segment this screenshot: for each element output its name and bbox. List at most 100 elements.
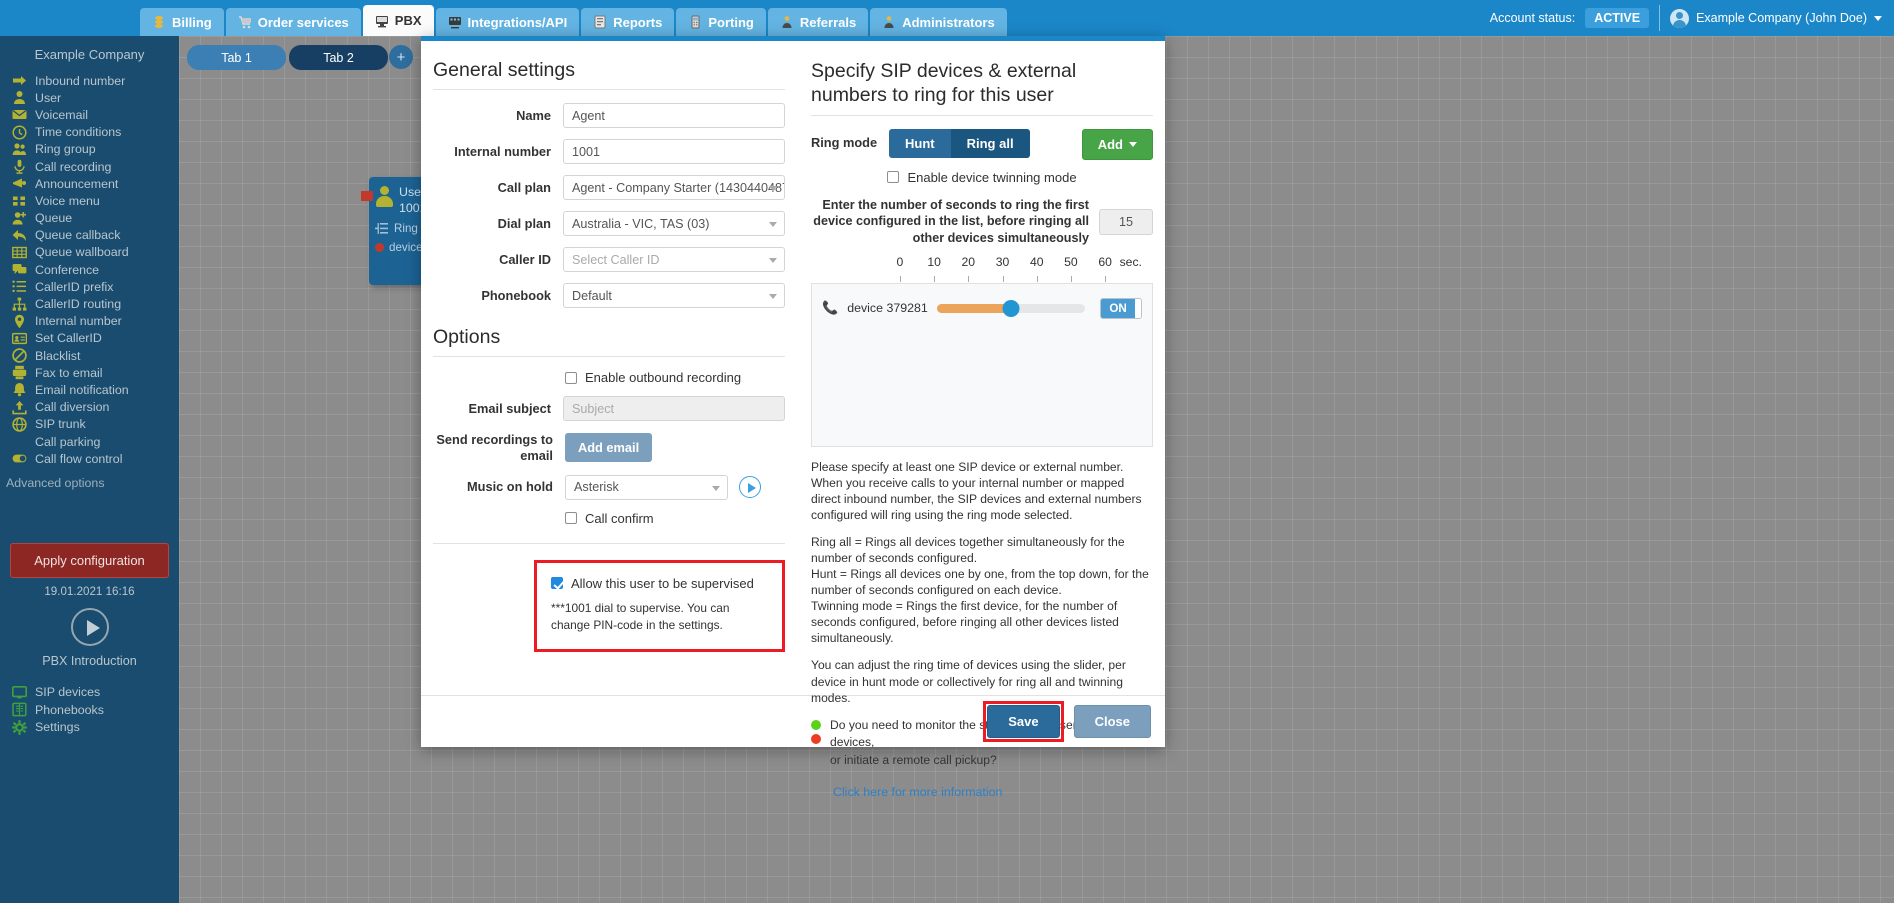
- ring-mode-row: Ring mode Hunt Ring all Add: [811, 128, 1153, 160]
- device-ring-time-slider[interactable]: [936, 299, 1086, 317]
- user-settings-dialog: General settings Name Internal number Ca…: [421, 36, 1165, 799]
- ring-seconds-description: Enter the number of seconds to ring the …: [813, 197, 1089, 245]
- sidebar-item-queue[interactable]: Queue: [0, 210, 179, 227]
- more-information-link[interactable]: Click here for more information: [833, 785, 1153, 799]
- nav-tab-order-services[interactable]: Order services: [225, 8, 361, 36]
- supervise-row[interactable]: Allow this user to be supervised: [551, 576, 770, 591]
- nav-tab-billing[interactable]: Billing: [140, 8, 224, 36]
- node-device-label: device: [389, 241, 423, 254]
- add-device-button[interactable]: Add: [1081, 128, 1153, 160]
- nav-tab-referrals[interactable]: Referrals: [767, 8, 869, 36]
- sidebar-item-phonebooks[interactable]: Phonebooks: [0, 701, 179, 719]
- field-row-caller-id: Caller ID Select Caller ID: [433, 247, 785, 272]
- sidebar-item-sip-devices[interactable]: SIP devices: [0, 683, 179, 701]
- ring-mode-hunt-button[interactable]: Hunt: [889, 128, 951, 158]
- call-confirm-checkbox[interactable]: [565, 512, 577, 525]
- sidebar-advanced-options[interactable]: Advanced options: [0, 467, 179, 490]
- nav-tab-integrations-api[interactable]: Integrations/API: [435, 8, 580, 36]
- supervision-highlight-box: Allow this user to be supervised ***1001…: [534, 559, 785, 653]
- flow-tab-1[interactable]: Tab 1: [187, 45, 286, 70]
- save-button[interactable]: Save: [987, 705, 1060, 738]
- add-tab-button[interactable]: +: [389, 45, 413, 69]
- email-subject-input[interactable]: [563, 396, 785, 421]
- device-toggle-off-side: [1134, 298, 1141, 318]
- supervise-checkbox[interactable]: [551, 577, 563, 590]
- sidebar-item-sip-trunk[interactable]: SIP trunk: [0, 416, 179, 433]
- device-on-off-toggle[interactable]: ON: [1100, 297, 1142, 319]
- nav-tab-label: Porting: [708, 14, 754, 30]
- referrals-icon: [780, 15, 794, 29]
- slider-handle[interactable]: [1002, 299, 1020, 317]
- nav-tab-pbx[interactable]: PBX: [362, 5, 434, 36]
- sidebar-item-voicemail[interactable]: Voicemail: [0, 106, 179, 123]
- scale-tick-label: 10: [927, 254, 941, 269]
- sidebar-item-callerid-prefix[interactable]: CallerID prefix: [0, 278, 179, 295]
- sidebar-item-email-notification[interactable]: Email notification: [0, 381, 179, 398]
- ring-mode-ringall-button[interactable]: Ring all: [950, 128, 1030, 158]
- sidebar-item-voice-menu[interactable]: Voice menu: [0, 192, 179, 209]
- sidebar-item-call-recording[interactable]: Call recording: [0, 158, 179, 175]
- sidebar-item-conference[interactable]: Conference: [0, 261, 179, 278]
- enable-device-twinning-checkbox[interactable]: [887, 171, 900, 184]
- sidebar-item-internal-number[interactable]: Internal number: [0, 313, 179, 330]
- call-plan-select-wrap: Agent - Company Starter (1430440487): [563, 175, 785, 200]
- cart-icon: [12, 434, 27, 449]
- sidebar-item-label: SIP devices: [35, 685, 101, 700]
- caller-id-select[interactable]: Select Caller ID: [563, 247, 785, 272]
- sidebar-item-call-diversion[interactable]: Call diversion: [0, 399, 179, 416]
- sidebar-item-label: CallerID prefix: [35, 279, 114, 294]
- music-on-hold-select[interactable]: Asterisk: [565, 474, 728, 500]
- apply-configuration-button[interactable]: Apply configuration: [10, 543, 169, 579]
- play-icon[interactable]: [739, 476, 761, 499]
- field-row-dial-plan: Dial plan Australia - VIC, TAS (03): [433, 211, 785, 236]
- play-intro-button[interactable]: [70, 608, 109, 647]
- seconds-scale-ticks: [811, 275, 1153, 282]
- dial-plan-select[interactable]: Australia - VIC, TAS (03): [563, 211, 785, 236]
- close-button[interactable]: Close: [1073, 705, 1151, 738]
- call-confirm-row[interactable]: Call confirm: [565, 511, 785, 526]
- sidebar-item-settings[interactable]: Settings: [0, 718, 179, 736]
- sidebar-item-queue-wallboard[interactable]: Queue wallboard: [0, 244, 179, 261]
- ring-seconds-input[interactable]: [1099, 208, 1153, 235]
- sidebar-item-callerid-routing[interactable]: CallerID routing: [0, 295, 179, 312]
- field-row-phonebook: Phonebook Default: [433, 283, 785, 308]
- phonebook-select[interactable]: Default: [563, 283, 785, 308]
- nav-tab-porting[interactable]: Porting: [676, 8, 766, 36]
- scale-tick-mark: [1002, 275, 1004, 282]
- twinning-toggle-row[interactable]: Enable device twinning mode: [887, 170, 1077, 185]
- user-menu[interactable]: Example Company (John Doe): [1670, 8, 1882, 28]
- sidebar-item-time-conditions[interactable]: Time conditions: [0, 124, 179, 141]
- scale-unit-label: sec.: [1119, 254, 1142, 269]
- sidebar-item-label: Set CallerID: [35, 331, 102, 346]
- cart-icon: [238, 15, 252, 29]
- enable-outbound-recording-row[interactable]: Enable outbound recording: [565, 370, 785, 385]
- device-name-label: device 379281: [847, 301, 928, 316]
- nav-tab-label: Billing: [172, 14, 212, 30]
- nav-tab-label: PBX: [394, 13, 422, 28]
- sidebar-item-label: Voicemail: [35, 107, 89, 122]
- fax-icon: [12, 365, 27, 380]
- microphone-icon: [12, 159, 27, 174]
- flow-tab-2[interactable]: Tab 2: [289, 45, 388, 70]
- sidebar-item-announcement[interactable]: Announcement: [0, 175, 179, 192]
- divider: [433, 542, 785, 544]
- ring-mode-toggle-group[interactable]: Hunt Ring all: [889, 128, 1030, 158]
- sidebar-item-inbound-number[interactable]: Inbound number: [0, 72, 179, 89]
- sidebar-item-fax-to-email[interactable]: Fax to email: [0, 364, 179, 381]
- sidebar-item-call-parking[interactable]: Call parking: [0, 433, 179, 450]
- call-plan-select[interactable]: Agent - Company Starter (1430440487): [563, 175, 785, 200]
- field-row-name: Name: [433, 103, 785, 128]
- sidebar-item-queue-callback[interactable]: Queue callback: [0, 227, 179, 244]
- name-input[interactable]: [563, 103, 785, 128]
- sidebar-item-ring-group[interactable]: Ring group: [0, 141, 179, 158]
- sidebar-item-user[interactable]: User: [0, 89, 179, 106]
- sidebar-item-blacklist[interactable]: Blacklist: [0, 347, 179, 364]
- sidebar-item-set-callerid[interactable]: Set CallerID: [0, 330, 179, 347]
- nav-tab-administrators[interactable]: Administrators: [870, 8, 1007, 36]
- enable-outbound-recording-checkbox[interactable]: [565, 371, 577, 384]
- internal-number-input[interactable]: [563, 139, 785, 164]
- add-email-button[interactable]: Add email: [565, 433, 653, 463]
- nav-tab-reports[interactable]: Reports: [581, 8, 675, 36]
- sidebar-item-call-flow-control[interactable]: Call flow control: [0, 450, 179, 467]
- sidebar-item-label: Queue wallboard: [35, 245, 129, 260]
